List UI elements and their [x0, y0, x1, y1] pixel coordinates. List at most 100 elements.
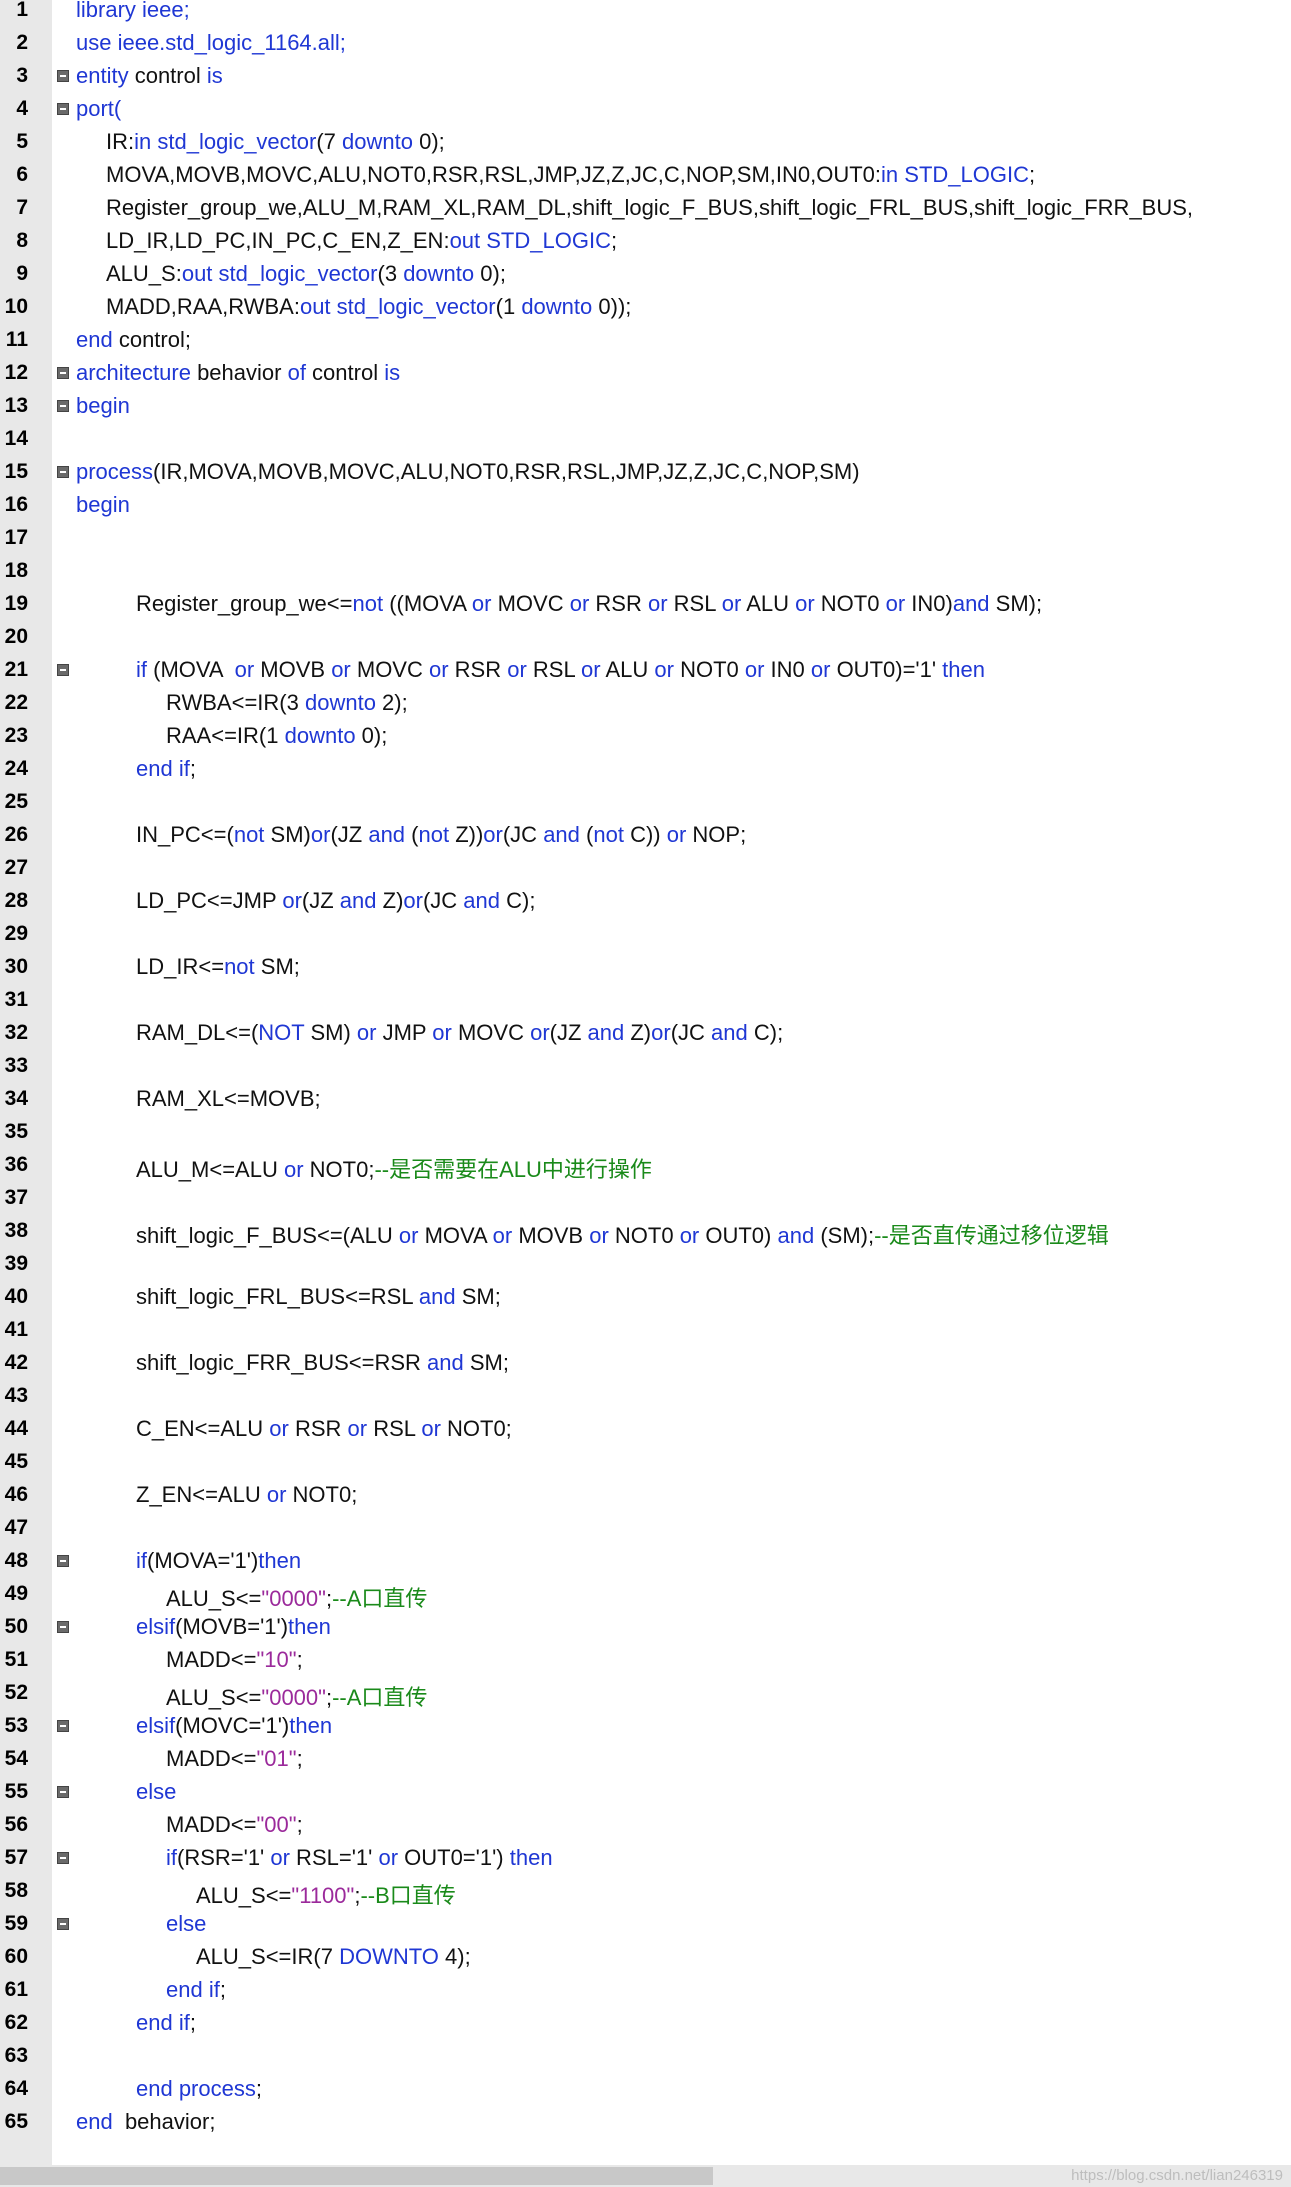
keyword-token: and: [587, 1020, 625, 1045]
code-line[interactable]: 65 end behavior;: [0, 2106, 1291, 2139]
keyword-token: end if: [136, 756, 190, 781]
code-line[interactable]: 6 MOVA,MOVB,MOVC,ALU,NOT0,RSR,RSL,JMP,JZ,…: [0, 159, 1291, 192]
fold-toggle-icon[interactable]: [57, 1621, 69, 1633]
code-line[interactable]: 17: [0, 522, 1291, 555]
code-line[interactable]: 7 Register_group_we,ALU_M,RAM_XL,RAM_DL,s…: [0, 192, 1291, 225]
keyword-token: then: [288, 1614, 331, 1639]
code-line[interactable]: 43: [0, 1380, 1291, 1413]
code-line[interactable]: 5 IR:in std_logic_vector(7 downto 0);: [0, 126, 1291, 159]
code-token: SM): [304, 1020, 357, 1045]
code-line[interactable]: 40 shift_logic_FRL_BUS<=RSL and SM;: [0, 1281, 1291, 1314]
code-line[interactable]: 63: [0, 2040, 1291, 2073]
code-line[interactable]: 44 C_EN<=ALU or RSR or RSL or NOT0;: [0, 1413, 1291, 1446]
code-editor[interactable]: 1 library ieee; 2 use ieee.std_logic_1164.a…: [0, 0, 1291, 2165]
code-line[interactable]: 55 else: [0, 1776, 1291, 1809]
code-line[interactable]: 49 ALU_S<="0000";--A口直传: [0, 1578, 1291, 1611]
code-line[interactable]: 32 RAM_DL<=(NOT SM) or JMP or MOVC or(JZ …: [0, 1017, 1291, 1050]
code-line[interactable]: 41: [0, 1314, 1291, 1347]
fold-toggle-icon[interactable]: [57, 1918, 69, 1930]
code-line[interactable]: 52 ALU_S<="0000";--A口直传: [0, 1677, 1291, 1710]
code-line[interactable]: 51 MADD<="10";: [0, 1644, 1291, 1677]
code-line[interactable]: 28 LD_PC<=JMP or(JZ and Z)or(JC and C);: [0, 885, 1291, 918]
code-line[interactable]: 14: [0, 423, 1291, 456]
code-line[interactable]: 60 ALU_S<=IR(7 DOWNTO 4);: [0, 1941, 1291, 1974]
code-line[interactable]: 39: [0, 1248, 1291, 1281]
code-line[interactable]: 2 use ieee.std_logic_1164.all;: [0, 27, 1291, 60]
line-number: 48: [4, 1549, 28, 1572]
code-text: port(: [76, 96, 121, 122]
keyword-token: or: [428, 657, 449, 682]
code-line[interactable]: 23 RAA<=IR(1 downto 0);: [0, 720, 1291, 753]
code-line[interactable]: 1 library ieee;: [0, 0, 1291, 27]
code-line[interactable]: 61 end if;: [0, 1974, 1291, 2007]
fold-toggle-icon[interactable]: [57, 367, 69, 379]
code-line[interactable]: 47: [0, 1512, 1291, 1545]
code-line[interactable]: 22 RWBA<=IR(3 downto 2);: [0, 687, 1291, 720]
fold-toggle-icon[interactable]: [57, 1852, 69, 1864]
code-line[interactable]: 21 if (MOVA or MOVB or MOVC or RSR or RSL…: [0, 654, 1291, 687]
code-line[interactable]: 50 elsif(MOVB='1')then: [0, 1611, 1291, 1644]
fold-toggle-icon[interactable]: [57, 664, 69, 676]
code-line[interactable]: 8 LD_IR,LD_PC,IN_PC,C_EN,Z_EN:out STD_LOG…: [0, 225, 1291, 258]
code-line[interactable]: 3 entity control is: [0, 60, 1291, 93]
code-line[interactable]: 42 shift_logic_FRR_BUS<=RSR and SM;: [0, 1347, 1291, 1380]
code-line[interactable]: 57 if(RSR='1' or RSL='1' or OUT0='1') the…: [0, 1842, 1291, 1875]
code-line[interactable]: 19 Register_group_we<=not ((MOVA or MOVC …: [0, 588, 1291, 621]
code-token: shift_logic_F_BUS<=(ALU: [136, 1223, 399, 1248]
code-token: Z)): [449, 822, 484, 847]
code-line[interactable]: 31: [0, 984, 1291, 1017]
line-number: 51: [4, 1648, 28, 1671]
code-line[interactable]: 59 else: [0, 1908, 1291, 1941]
code-line[interactable]: 24 end if;: [0, 753, 1291, 786]
code-line[interactable]: 13 begin: [0, 390, 1291, 423]
code-token: MADD,RAA,RWBA:: [106, 294, 300, 319]
fold-toggle-icon[interactable]: [57, 1720, 69, 1732]
code-line[interactable]: 10 MADD,RAA,RWBA:out std_logic_vector(1 d…: [0, 291, 1291, 324]
keyword-token: or: [403, 888, 423, 913]
code-line[interactable]: 45: [0, 1446, 1291, 1479]
code-line[interactable]: 54 MADD<="01";: [0, 1743, 1291, 1776]
line-number: 3: [16, 64, 28, 87]
code-line[interactable]: 35: [0, 1116, 1291, 1149]
code-line[interactable]: 53 elsif(MOVC='1')then: [0, 1710, 1291, 1743]
code-line[interactable]: 11 end control;: [0, 324, 1291, 357]
fold-toggle-icon[interactable]: [57, 70, 69, 82]
code-line[interactable]: 36 ALU_M<=ALU or NOT0;--是否需要在ALU中进行操作: [0, 1149, 1291, 1182]
code-line[interactable]: 48 if(MOVA='1')then: [0, 1545, 1291, 1578]
code-line[interactable]: 30 LD_IR<=not SM;: [0, 951, 1291, 984]
code-line[interactable]: 26 IN_PC<=(not SM)or(JZ and (not Z))or(JC…: [0, 819, 1291, 852]
code-line[interactable]: 12 architecture behavior of control is: [0, 357, 1291, 390]
code-line[interactable]: 18: [0, 555, 1291, 588]
code-line[interactable]: 37: [0, 1182, 1291, 1215]
keyword-token: elsif: [136, 1713, 176, 1738]
code-line[interactable]: 38 shift_logic_F_BUS<=(ALU or MOVA or MOV…: [0, 1215, 1291, 1248]
fold-toggle-icon[interactable]: [57, 400, 69, 412]
code-token: MOVC: [491, 591, 570, 616]
code-token: SM;: [463, 1350, 509, 1375]
code-line[interactable]: 58 ALU_S<="1100";--B口直传: [0, 1875, 1291, 1908]
code-line[interactable]: 62 end if;: [0, 2007, 1291, 2040]
fold-toggle-icon[interactable]: [57, 1555, 69, 1567]
code-line[interactable]: 15 process(IR,MOVA,MOVB,MOVC,ALU,NOT0,RSR…: [0, 456, 1291, 489]
fold-toggle-icon[interactable]: [57, 466, 69, 478]
scrollbar-thumb[interactable]: [0, 2167, 713, 2185]
code-line[interactable]: 27: [0, 852, 1291, 885]
keyword-token: or: [270, 1845, 290, 1870]
fold-toggle-icon[interactable]: [57, 103, 69, 115]
code-line[interactable]: 4 port(: [0, 93, 1291, 126]
code-line[interactable]: 9 ALU_S:out std_logic_vector(3 downto 0);: [0, 258, 1291, 291]
code-line[interactable]: 20: [0, 621, 1291, 654]
code-line[interactable]: 34 RAM_XL<=MOVB;: [0, 1083, 1291, 1116]
code-line[interactable]: 29: [0, 918, 1291, 951]
code-line[interactable]: 56 MADD<="00";: [0, 1809, 1291, 1842]
keyword-token: or: [331, 657, 351, 682]
code-token: Z): [624, 1020, 652, 1045]
code-line[interactable]: 46 Z_EN<=ALU or NOT0;: [0, 1479, 1291, 1512]
code-line[interactable]: 64 end process;: [0, 2073, 1291, 2106]
code-line[interactable]: 25: [0, 786, 1291, 819]
fold-toggle-icon[interactable]: [57, 1786, 69, 1798]
code-token: control: [305, 360, 385, 385]
keyword-token: out std_logic_vector: [181, 261, 378, 286]
code-line[interactable]: 16 begin: [0, 489, 1291, 522]
code-line[interactable]: 33: [0, 1050, 1291, 1083]
